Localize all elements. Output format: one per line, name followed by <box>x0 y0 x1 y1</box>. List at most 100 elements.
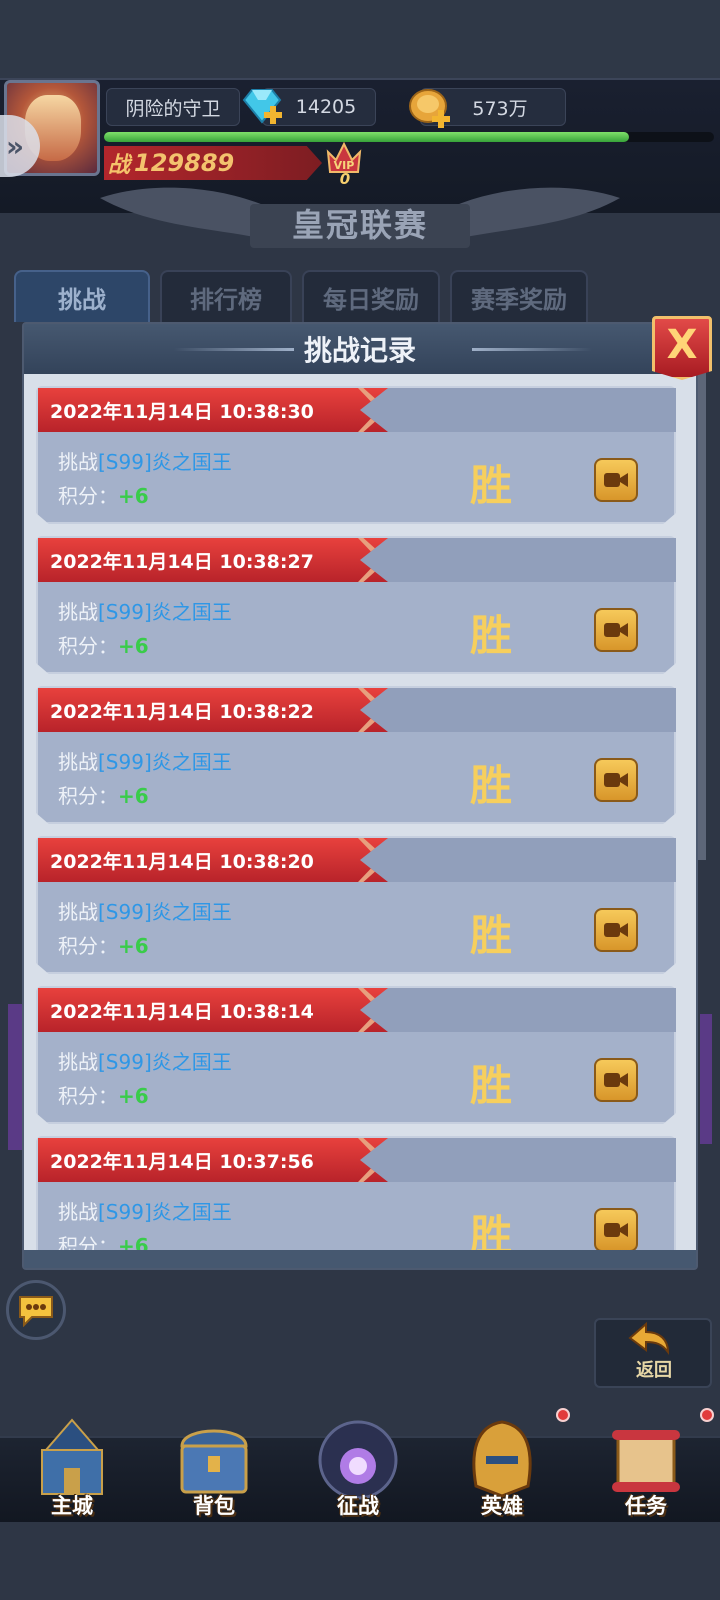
nav-label: 任务 <box>625 1494 667 1518</box>
opponent-name[interactable]: [S99]炎之国王 <box>98 750 232 774</box>
result-badge: 胜 <box>470 611 513 660</box>
result-badge: 胜 <box>470 1061 513 1110</box>
double-chevron-right-icon: » <box>5 129 25 163</box>
page-title: 皇冠联赛 <box>291 206 428 244</box>
nav-heroes[interactable]: 英雄 <box>432 1408 572 1522</box>
replay-button[interactable] <box>594 608 638 652</box>
player-name: 阴险的守卫 <box>106 88 240 126</box>
nav-backpack[interactable]: 背包 <box>144 1410 284 1522</box>
close-button[interactable]: X <box>652 316 712 380</box>
record-item: 2022年11月14日 10:38:27 挑战[S99]炎之国王 积分：+6 胜 <box>36 536 676 674</box>
replay-button[interactable] <box>594 908 638 952</box>
tab-challenge[interactable]: 挑战 <box>14 270 150 322</box>
record-time: 2022年11月14日 10:38:30 <box>38 388 388 432</box>
record-opponent-line: 挑战[S99]炎之国王 <box>58 746 232 775</box>
system-nav-area <box>0 1522 720 1600</box>
replay-button[interactable] <box>594 1058 638 1102</box>
replay-button[interactable] <box>594 458 638 502</box>
record-prefix: 挑战 <box>58 1050 98 1074</box>
back-label: 返回 <box>636 1360 672 1381</box>
close-icon: X <box>666 322 698 368</box>
record-item: 2022年11月14日 10:38:14 挑战[S99]炎之国王 积分：+6 胜 <box>36 986 676 1124</box>
video-camera-icon <box>604 923 628 937</box>
record-time: 2022年11月14日 10:38:14 <box>38 988 388 1032</box>
dialog-title: 挑战记录 <box>303 334 416 367</box>
score-label: 积分： <box>58 1084 118 1108</box>
record-score-line: 积分：+6 <box>58 930 149 959</box>
experience-bar <box>104 132 714 142</box>
record-opponent-line: 挑战[S99]炎之国王 <box>58 896 232 925</box>
diamond-plus-icon[interactable] <box>238 86 286 128</box>
record-prefix: 挑战 <box>58 750 98 774</box>
result-badge: 胜 <box>470 461 513 510</box>
opponent-name[interactable]: [S99]炎之国王 <box>98 450 232 474</box>
record-score-line: 积分：+6 <box>58 1080 149 1109</box>
record-prefix: 挑战 <box>58 600 98 624</box>
result-badge: 胜 <box>470 911 513 960</box>
chat-button[interactable] <box>6 1280 66 1340</box>
record-time: 2022年11月14日 10:38:27 <box>38 538 388 582</box>
record-score-line: 积分：+6 <box>58 630 149 659</box>
record-time: 2022年11月14日 10:38:22 <box>38 688 388 732</box>
record-list[interactable]: 2022年11月14日 10:38:30 挑战[S99]炎之国王 积分：+6 胜… <box>34 386 686 1252</box>
video-camera-icon <box>604 1223 628 1237</box>
replay-button[interactable] <box>594 1208 638 1252</box>
score-value: +6 <box>118 784 149 808</box>
nav-label: 征战 <box>337 1494 379 1518</box>
record-opponent-line: 挑战[S99]炎之国王 <box>58 446 232 475</box>
status-area <box>0 0 720 78</box>
dialog-footer <box>24 1250 696 1268</box>
score-label: 积分： <box>58 784 118 808</box>
opponent-name[interactable]: [S99]炎之国王 <box>98 1050 232 1074</box>
tab-season-rewards[interactable]: 赛季奖励 <box>450 270 588 322</box>
record-score-line: 积分：+6 <box>58 480 149 509</box>
score-value: +6 <box>118 484 149 508</box>
opponent-name[interactable]: [S99]炎之国王 <box>98 600 232 624</box>
return-arrow-icon <box>628 1322 670 1356</box>
nav-label: 背包 <box>193 1494 235 1518</box>
score-value: +6 <box>118 934 149 958</box>
opponent-name[interactable]: [S99]炎之国王 <box>98 1200 232 1224</box>
record-score-line: 积分：+6 <box>58 780 149 809</box>
notification-dot <box>700 1408 714 1422</box>
record-time: 2022年11月14日 10:37:56 <box>38 1138 388 1182</box>
record-time: 2022年11月14日 10:38:20 <box>38 838 388 882</box>
coin-plus-icon[interactable] <box>406 86 454 130</box>
record-opponent-line: 挑战[S99]炎之国王 <box>58 1196 232 1225</box>
result-badge: 胜 <box>470 1211 513 1252</box>
record-item: 2022年11月14日 10:38:20 挑战[S99]炎之国王 积分：+6 胜 <box>36 836 676 974</box>
score-value: +6 <box>118 1084 149 1108</box>
replay-button[interactable] <box>594 758 638 802</box>
video-camera-icon <box>604 1073 628 1087</box>
record-prefix: 挑战 <box>58 1200 98 1224</box>
record-prefix: 挑战 <box>58 450 98 474</box>
notification-dot <box>556 1408 570 1422</box>
tab-daily-rewards[interactable]: 每日奖励 <box>302 270 440 322</box>
score-label: 积分： <box>58 484 118 508</box>
tab-ranking[interactable]: 排行榜 <box>160 270 292 322</box>
nav-tasks[interactable]: 任务 <box>576 1408 716 1522</box>
record-item: 2022年11月14日 10:38:22 挑战[S99]炎之国王 积分：+6 胜 <box>36 686 676 824</box>
background-panel-edge <box>700 1014 712 1144</box>
nav-main-city[interactable]: 主城 <box>2 1410 142 1522</box>
record-item: 2022年11月14日 10:38:30 挑战[S99]炎之国王 积分：+6 胜 <box>36 386 676 524</box>
video-camera-icon <box>604 473 628 487</box>
record-opponent-line: 挑战[S99]炎之国王 <box>58 596 232 625</box>
video-camera-icon <box>604 773 628 787</box>
nav-label: 英雄 <box>481 1494 523 1518</box>
experience-bar-fill <box>104 132 629 142</box>
video-camera-icon <box>604 623 628 637</box>
record-opponent-line: 挑战[S99]炎之国王 <box>58 1046 232 1075</box>
score-label: 积分： <box>58 934 118 958</box>
opponent-name[interactable]: [S99]炎之国王 <box>98 900 232 924</box>
chat-bubble-icon <box>19 1296 53 1327</box>
nav-label: 主城 <box>51 1494 93 1518</box>
result-badge: 胜 <box>470 761 513 810</box>
nav-campaign[interactable]: 征战 <box>288 1410 428 1522</box>
score-label: 积分： <box>58 634 118 658</box>
record-item: 2022年11月14日 10:37:56 挑战[S99]炎之国王 积分：+6 胜 <box>36 1136 676 1252</box>
challenge-record-dialog: 挑战记录 X 2022年11月14日 10:38:30 挑战[S99]炎之国王 … <box>22 316 712 1270</box>
score-value: +6 <box>118 634 149 658</box>
record-score-line: 积分：+6 <box>58 1230 149 1252</box>
record-prefix: 挑战 <box>58 900 98 924</box>
